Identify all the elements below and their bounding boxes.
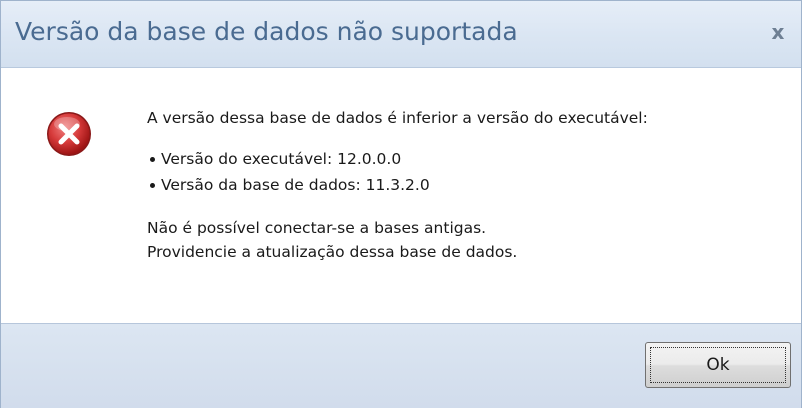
list-item-executable-version: Versão do executável: 12.0.0.0: [147, 146, 648, 172]
close-icon[interactable]: x: [765, 19, 791, 45]
version-list: Versão do executável: 12.0.0.0 Versão da…: [147, 146, 648, 198]
list-item-database-version: Versão da base de dados: 11.3.2.0: [147, 172, 648, 198]
dialog-footer: Ok: [1, 323, 801, 408]
ok-button[interactable]: Ok: [645, 342, 791, 388]
dialog-message: A versão dessa base de dados é inferior …: [147, 106, 648, 264]
note-update-database: Providencie a atualização dessa base de …: [147, 243, 518, 261]
message-intro: A versão dessa base de dados é inferior …: [147, 109, 648, 127]
ok-button-label: Ok: [650, 347, 786, 383]
dialog-title: Versão da base de dados não suportada: [15, 17, 518, 46]
error-dialog: Versão da base de dados não suportada x …: [0, 0, 802, 408]
note-cannot-connect: Não é possível conectar-se a bases antig…: [147, 219, 487, 237]
dialog-title-bar[interactable]: Versão da base de dados não suportada x: [1, 1, 801, 68]
message-notes: Não é possível conectar-se a bases antig…: [147, 216, 648, 264]
dialog-content: A versão dessa base de dados é inferior …: [1, 68, 801, 323]
error-icon: [47, 112, 91, 156]
